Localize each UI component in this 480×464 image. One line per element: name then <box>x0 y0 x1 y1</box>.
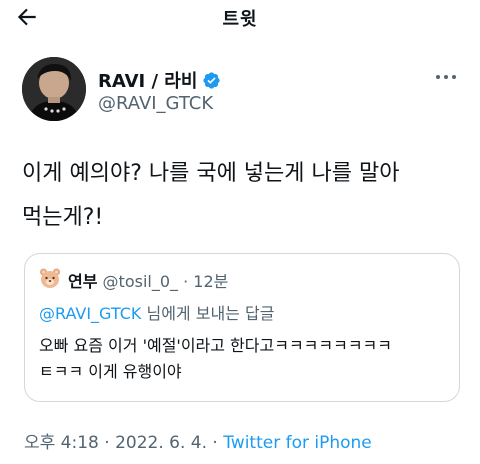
timestamp-separator: · <box>98 433 116 453</box>
tweet-text: 이게 예의야? 나를 국에 넣는게 나를 말아 먹는게?! <box>22 152 472 240</box>
quoted-tweet-header: 연부 @tosil_0_ · 12분 <box>68 268 228 292</box>
reply-mention-link[interactable]: @RAVI_GTCK <box>39 304 141 323</box>
more-options-icon[interactable] <box>432 70 460 84</box>
author-handle[interactable]: @RAVI_GTCK <box>98 93 213 114</box>
quoted-time-ago: 12분 <box>193 272 229 291</box>
author-display-name[interactable]: RAVI / 라비 <box>98 67 197 93</box>
quoted-text-line: 오빠 요즘 이거 '예절'이라고 한다고ㅋㅋㅋㅋㅋㅋㅋㅋ <box>39 336 392 355</box>
tweet-timestamp-row: 오후 4:18 · 2022. 6. 4. · Twitter for iPho… <box>24 428 372 453</box>
quoted-meta-separator: · <box>178 272 194 291</box>
tweet-text-line: 이게 예의야? 나를 국에 넣는게 나를 말아 <box>22 161 400 186</box>
quoted-author-name: 연부 <box>68 272 98 291</box>
bear-emoji-avatar-icon <box>40 268 60 288</box>
tweet-text-line: 먹는게?! <box>22 205 104 230</box>
tweet-source-link[interactable]: Twitter for iPhone <box>223 433 372 453</box>
tweet-time[interactable]: 오후 4:18 <box>24 433 99 453</box>
timestamp-separator: · <box>207 433 224 453</box>
author-name-row[interactable]: RAVI / 라비 <box>98 67 221 93</box>
reply-context-suffix: 님에게 보내는 답글 <box>141 304 275 323</box>
page-title: 트윗 <box>222 9 258 30</box>
quoted-tweet-text: 오빠 요즘 이거 '예절'이라고 한다고ㅋㅋㅋㅋㅋㅋㅋㅋ ㅌㅋㅋ 이게 유행이야 <box>39 333 449 385</box>
quoted-tweet-card[interactable]: 연부 @tosil_0_ · 12분 @RAVI_GTCK 님에게 보내는 답글… <box>24 253 460 402</box>
author-avatar[interactable] <box>22 57 86 121</box>
quoted-reply-context: @RAVI_GTCK 님에게 보내는 답글 <box>39 300 274 324</box>
quoted-author-handle: @tosil_0_ <box>102 272 179 291</box>
verified-badge-icon <box>203 71 221 89</box>
tweet-date[interactable]: 2022. 6. 4. <box>115 433 207 453</box>
top-bar: 트윗 <box>0 0 480 36</box>
quoted-text-line: ㅌㅋㅋ 이게 유행이야 <box>39 362 182 381</box>
